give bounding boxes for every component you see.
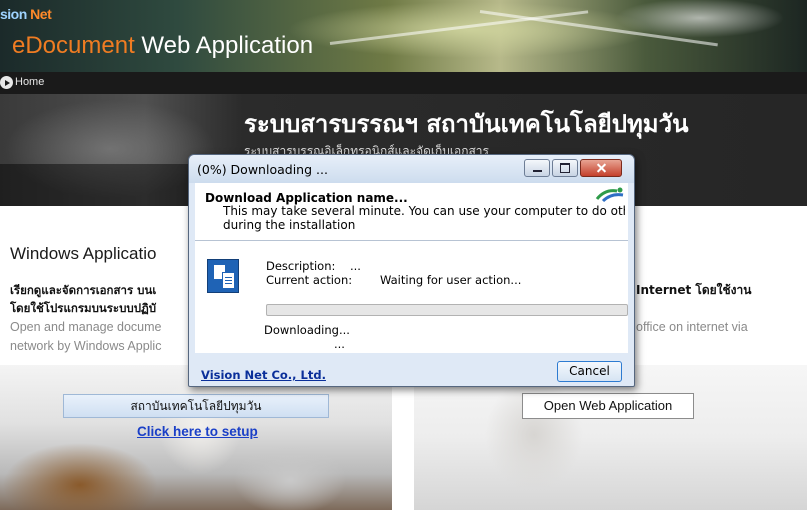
institute-setup-bar[interactable]: สถาบันเทคโนโลยีปทุมวัน xyxy=(63,394,329,418)
dialog-body: Download Application name... This may ta… xyxy=(195,183,628,353)
hero-shade xyxy=(0,164,220,206)
web-app-desc-en: office on internet via xyxy=(636,320,748,334)
app-title-accent: eDocument xyxy=(12,32,135,59)
installer-icon xyxy=(207,259,239,293)
description-label: Description: xyxy=(266,259,336,273)
maximize-icon[interactable] xyxy=(552,159,578,177)
windows-app-desc-en: Open and manage docume network by Window… xyxy=(10,318,190,356)
app-title-rest: Web Application xyxy=(141,32,314,59)
dialog-heading: Download Application name... xyxy=(205,191,408,205)
current-action-value: Waiting for user action... xyxy=(380,273,522,287)
brand-prefix: sion xyxy=(0,6,27,22)
banner-streak xyxy=(329,10,589,45)
minimize-icon[interactable] xyxy=(524,159,550,177)
home-link[interactable]: Home xyxy=(15,76,44,88)
home-arrow-icon[interactable] xyxy=(0,76,13,89)
vision-net-logo-icon xyxy=(595,187,624,203)
download-dialog: (0%) Downloading ... Download Applicatio… xyxy=(188,154,635,387)
download-status-dots: ... xyxy=(334,337,345,351)
description-value: ... xyxy=(350,259,361,273)
setup-link[interactable]: Click here to setup xyxy=(137,424,258,439)
banner-streak xyxy=(479,10,718,47)
desc-thai-line: เรียกดูและจัดการเอกสาร บนเ xyxy=(10,283,157,297)
windows-app-heading: Windows Applicatio xyxy=(10,244,157,263)
download-status: Downloading... xyxy=(264,323,350,337)
hero-title: ระบบสารบรรณฯ สถาบันเทคโนโลยีปทุมวัน xyxy=(244,110,689,138)
dialog-message: This may take several minute. You can us… xyxy=(223,204,625,232)
windows-app-desc-thai: เรียกดูและจัดการเอกสาร บนเ โดยใช้โปรแกรม… xyxy=(10,281,190,317)
app-title: eDocument Web Application xyxy=(12,32,313,60)
close-icon[interactable] xyxy=(580,159,622,177)
desc-en-line: network by Windows Applic xyxy=(10,339,162,353)
desc-thai-line: โดยใช้โปรแกรมบนระบบปฏิบั xyxy=(10,301,157,315)
dialog-message-line: This may take several minute. You can us… xyxy=(223,204,625,218)
current-action-label: Current action: xyxy=(266,273,353,287)
desc-en-line: Open and manage docume xyxy=(10,320,162,334)
dialog-message-line: during the installation xyxy=(223,218,356,232)
dialog-titlebar[interactable]: (0%) Downloading ... xyxy=(189,155,634,183)
open-web-app-button[interactable]: Open Web Application xyxy=(522,393,694,419)
header-banner: sion Net eDocument Web Application xyxy=(0,0,807,72)
company-link[interactable]: Vision Net Co., Ltd. xyxy=(201,368,326,382)
cancel-button[interactable]: Cancel xyxy=(557,361,622,382)
dialog-title: (0%) Downloading ... xyxy=(197,162,328,177)
dialog-separator xyxy=(195,240,628,241)
nav-bar: Home xyxy=(0,72,807,94)
download-progress-bar xyxy=(266,304,628,316)
brand-logo: sion Net xyxy=(0,6,52,22)
brand-suffix: Net xyxy=(30,6,52,22)
web-app-desc-thai: Internet โดยใช้งาน xyxy=(636,283,752,297)
